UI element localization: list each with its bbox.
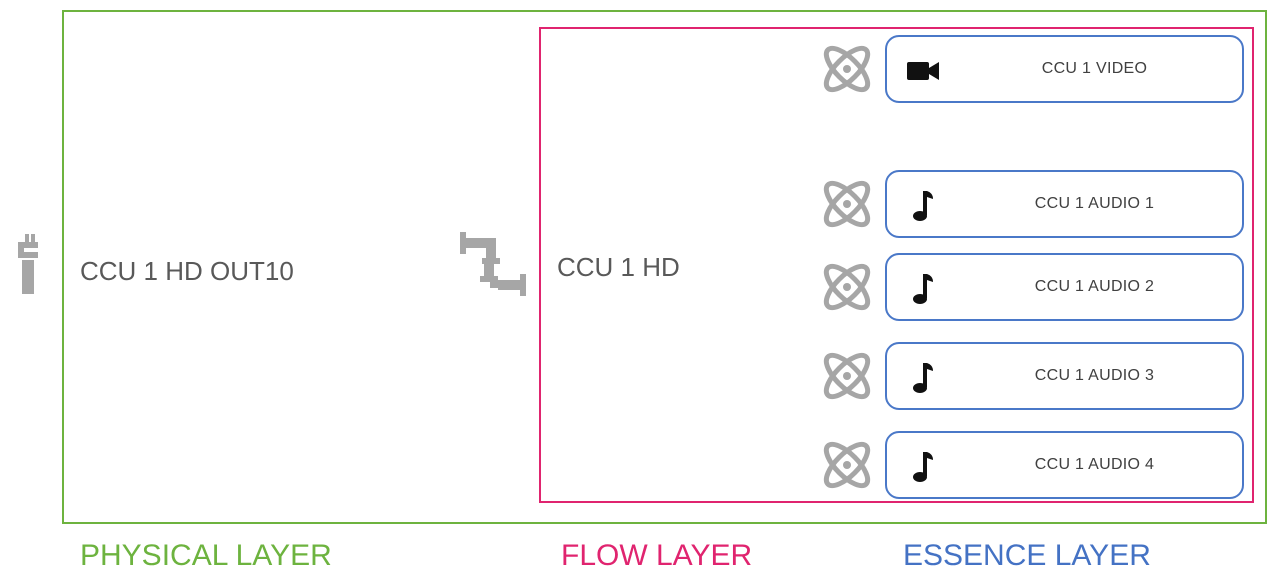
essence-item-audio-4[interactable]: CCU 1 AUDIO 4 [885, 431, 1244, 499]
physical-name: CCU 1 HD OUT10 [80, 256, 294, 286]
music-note-icon [913, 363, 933, 393]
connector-plug-icon [18, 234, 38, 294]
essence-layer-label: ESSENCE LAYER [903, 539, 1151, 572]
essence-item-label: CCU 1 AUDIO 1 [1034, 195, 1155, 212]
music-note-icon [913, 191, 933, 221]
physical-layer-label: PHYSICAL LAYER [80, 539, 332, 572]
video-camera-icon [907, 62, 939, 80]
atom-icon [823, 441, 871, 489]
atom-icon [823, 263, 871, 311]
essence-item-audio-3[interactable]: CCU 1 AUDIO 3 [885, 342, 1244, 410]
pipe-flow-icon [460, 232, 526, 296]
atom-icon [823, 180, 871, 228]
essence-item-audio-2[interactable]: CCU 1 AUDIO 2 [885, 253, 1244, 321]
essence-item-label: CCU 1 AUDIO 3 [1034, 367, 1155, 384]
atom-icon [823, 352, 871, 400]
essence-item-label: CCU 1 AUDIO 4 [1034, 456, 1155, 473]
flow-name: CCU 1 HD [557, 252, 680, 282]
essence-item-label: CCU 1 VIDEO [1041, 60, 1148, 77]
music-note-icon [913, 274, 933, 304]
flow-layer-label: FLOW LAYER [561, 539, 753, 572]
music-note-icon [913, 452, 933, 482]
atom-icon [823, 45, 871, 93]
essence-item-label: CCU 1 AUDIO 2 [1034, 278, 1155, 295]
essence-item-audio-1[interactable]: CCU 1 AUDIO 1 [885, 170, 1244, 238]
essence-item-video[interactable]: CCU 1 VIDEO [885, 35, 1244, 103]
